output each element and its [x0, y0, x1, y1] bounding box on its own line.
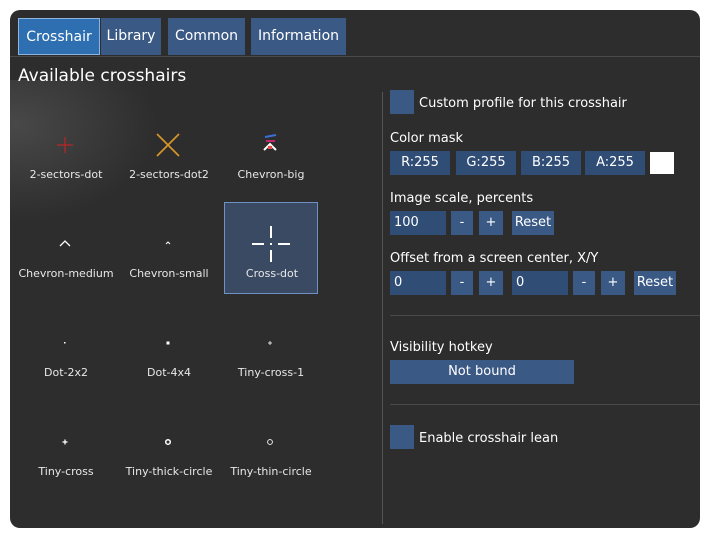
- red-plus-crosshair-icon: [57, 137, 73, 153]
- offset-y-input[interactable]: 0: [512, 271, 568, 295]
- offset-label: Offset from a screen center, X/Y: [390, 251, 599, 266]
- offset-x-input[interactable]: 0: [390, 271, 446, 295]
- color-g-field[interactable]: G:255: [456, 151, 516, 175]
- tab-information[interactable]: Information: [251, 18, 346, 55]
- crosshair-label: Tiny-cross-1: [237, 366, 305, 379]
- tiny-cross-crosshair-icon: [62, 439, 68, 445]
- crosshair-item[interactable]: Tiny-cross-1: [224, 302, 318, 394]
- crosshair-item[interactable]: Tiny-thin-circle: [224, 401, 318, 493]
- image-scale-increment-button[interactable]: +: [479, 211, 503, 235]
- crosshair-label: Dot-4x4: [147, 366, 191, 379]
- dot-4x4-crosshair-icon: [166, 341, 170, 345]
- crosshair-item-selected[interactable]: Cross-dot: [224, 202, 318, 294]
- image-scale-label: Image scale, percents: [390, 191, 534, 206]
- crosshair-item[interactable]: 2-sectors-dot2: [122, 104, 216, 196]
- offset-x-decrement-button[interactable]: -: [451, 271, 473, 295]
- crosshair-label: Chevron-small: [129, 267, 209, 280]
- custom-profile-label: Custom profile for this crosshair: [419, 96, 627, 111]
- image-scale-input[interactable]: 100: [390, 211, 446, 235]
- crosshair-item[interactable]: Dot-4x4: [122, 302, 216, 394]
- crosshair-label: Tiny-cross: [38, 465, 94, 478]
- crosshair-item[interactable]: Tiny-thick-circle: [122, 401, 216, 493]
- tab-crosshair[interactable]: Crosshair: [18, 18, 100, 55]
- vertical-divider: [382, 92, 383, 524]
- settings-divider: [390, 404, 700, 405]
- settings-divider: [390, 315, 700, 316]
- section-title: Available crosshairs: [18, 66, 187, 86]
- crosshair-label: Dot-2x2: [44, 366, 88, 379]
- chevron-medium-crosshair-icon: [59, 240, 71, 247]
- app-window: Crosshair Library Common Information Ava…: [10, 10, 700, 528]
- cross-dot-crosshair-icon: [252, 226, 290, 262]
- crosshair-lean-checkbox[interactable]: [390, 425, 414, 449]
- crosshair-label: Tiny-thin-circle: [230, 465, 312, 478]
- crosshair-item[interactable]: Chevron-big: [224, 104, 318, 196]
- crosshair-item[interactable]: Chevron-medium: [18, 203, 114, 295]
- tab-library[interactable]: Library: [101, 18, 161, 55]
- crosshair-item[interactable]: Dot-2x2: [19, 302, 113, 394]
- color-a-field[interactable]: A:255: [585, 151, 645, 175]
- crosshair-lean-label: Enable crosshair lean: [419, 431, 559, 446]
- offset-y-decrement-button[interactable]: -: [573, 271, 595, 295]
- crosshair-item[interactable]: Chevron-small: [122, 203, 216, 295]
- tiny-thin-circle-crosshair-icon: [267, 439, 273, 445]
- visibility-hotkey-button[interactable]: Not bound: [390, 360, 574, 384]
- color-mask-label: Color mask: [390, 131, 464, 146]
- crosshair-label: Tiny-thick-circle: [125, 465, 213, 478]
- chevron-small-crosshair-icon: [165, 241, 171, 245]
- crosshair-label: 2-sectors-dot: [29, 168, 103, 181]
- crosshair-label: Chevron-big: [237, 168, 305, 181]
- chevron-big-crosshair-icon: [263, 134, 277, 151]
- dot-2x2-crosshair-icon: [64, 342, 66, 344]
- custom-profile-checkbox[interactable]: [390, 90, 414, 114]
- crosshair-item[interactable]: Tiny-cross: [19, 401, 113, 493]
- image-scale-decrement-button[interactable]: -: [451, 211, 473, 235]
- tiny-cross-1-crosshair-icon: [268, 341, 272, 345]
- crosshair-label: 2-sectors-dot2: [129, 168, 209, 181]
- crosshair-item[interactable]: 2-sectors-dot: [19, 104, 113, 196]
- visibility-hotkey-label: Visibility hotkey: [390, 340, 493, 355]
- tiny-thick-circle-crosshair-icon: [164, 438, 172, 446]
- image-scale-reset-button[interactable]: Reset: [512, 211, 554, 235]
- offset-reset-button[interactable]: Reset: [634, 271, 676, 295]
- tab-common[interactable]: Common: [168, 18, 245, 55]
- tab-bar: Crosshair Library Common Information: [10, 10, 700, 57]
- crosshair-label: Chevron-medium: [18, 267, 114, 280]
- crosshair-label: Cross-dot: [245, 267, 299, 280]
- orange-x-crosshair-icon: [156, 133, 180, 157]
- color-b-field[interactable]: B:255: [521, 151, 581, 175]
- color-r-field[interactable]: R:255: [390, 151, 450, 175]
- color-swatch[interactable]: [650, 152, 674, 174]
- offset-y-increment-button[interactable]: +: [601, 271, 625, 295]
- offset-x-increment-button[interactable]: +: [479, 271, 503, 295]
